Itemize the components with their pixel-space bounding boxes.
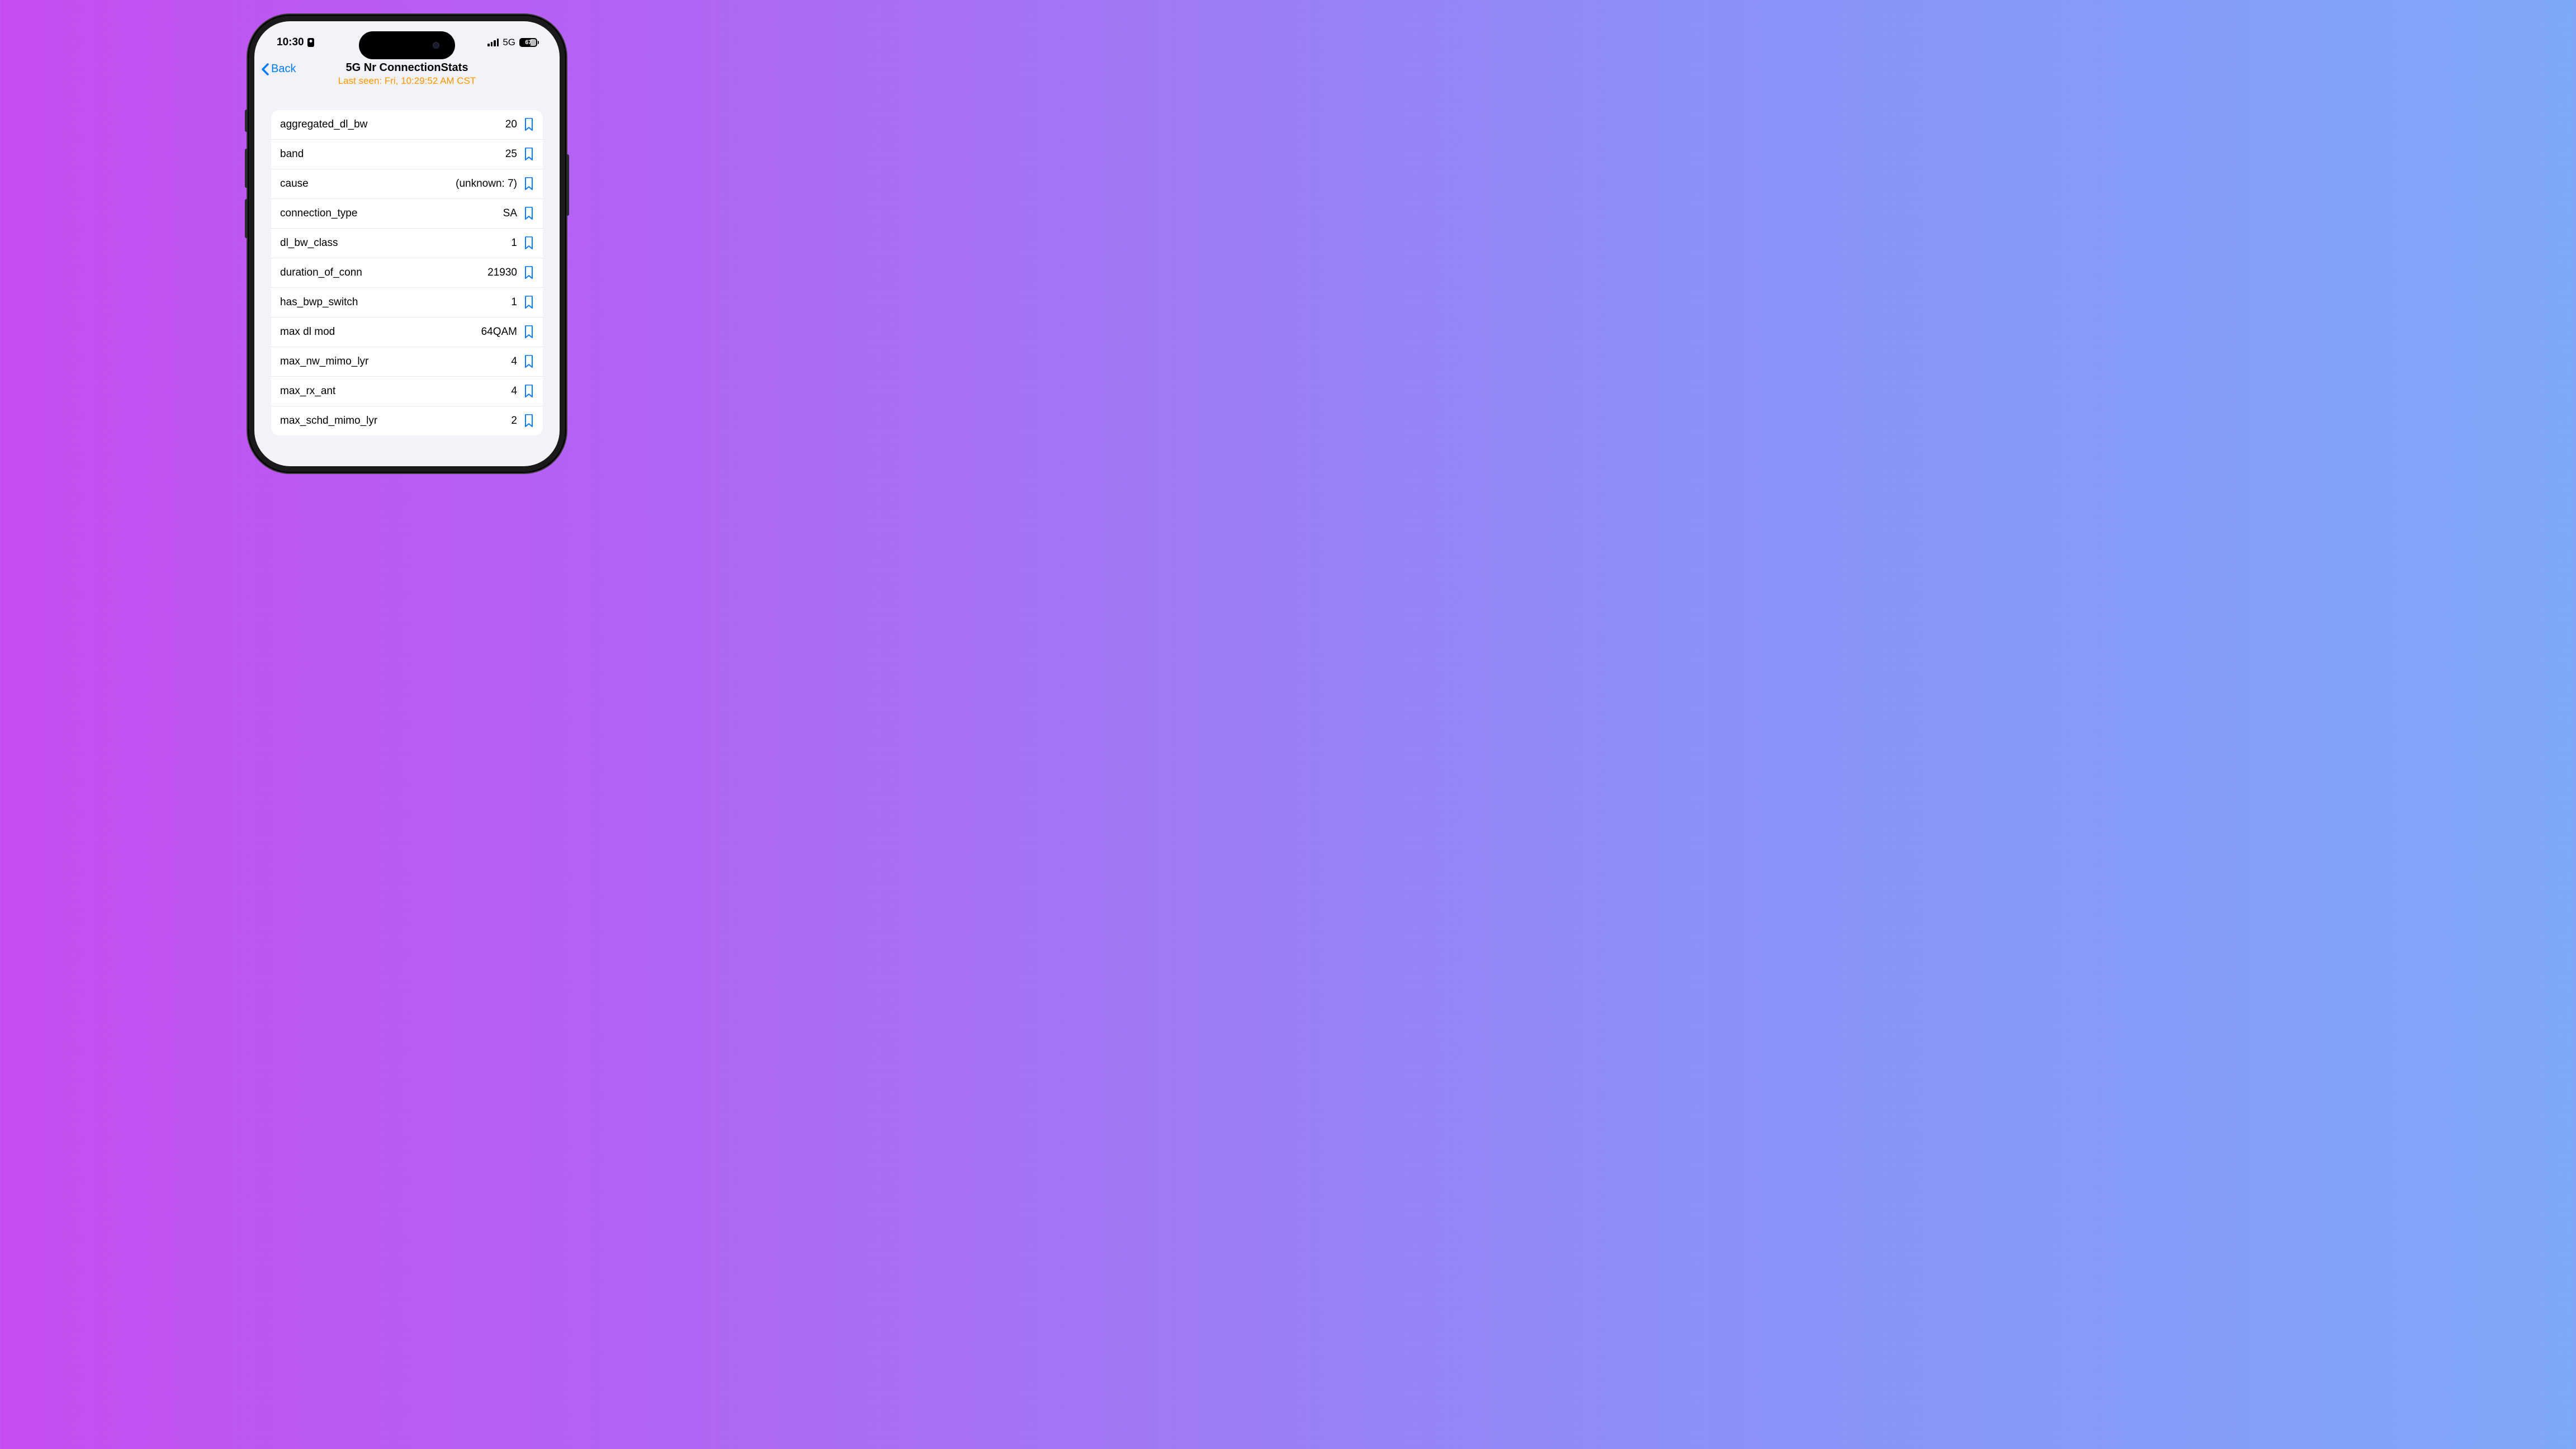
stat-value: SA [503, 207, 517, 220]
bookmark-icon[interactable] [524, 414, 534, 428]
stat-row[interactable]: max dl mod64QAM [271, 318, 543, 347]
bookmark-icon[interactable] [524, 355, 534, 368]
bookmark-icon[interactable] [524, 207, 534, 220]
stats-panel: aggregated_dl_bw20band25cause(unknown: 7… [271, 110, 543, 435]
bookmark-icon[interactable] [524, 266, 534, 280]
stat-label: band [280, 148, 505, 160]
network-type: 5G [503, 37, 515, 48]
battery-icon: 67 [519, 38, 537, 47]
bookmark-icon[interactable] [524, 236, 534, 250]
stat-value: 64QAM [481, 326, 517, 338]
battery-level: 67 [525, 39, 531, 46]
bookmark-icon[interactable] [524, 325, 534, 339]
stat-label: connection_type [280, 207, 503, 220]
page-subtitle: Last seen: Fri, 10:29:52 AM CST [261, 75, 553, 87]
bookmark-icon[interactable] [524, 296, 534, 309]
stat-label: has_bwp_switch [280, 296, 511, 309]
stat-row[interactable]: connection_typeSA [271, 199, 543, 229]
side-button-right [566, 154, 569, 216]
phone-frame: 10:30 5G 67 Back [248, 15, 566, 473]
nav-title-wrap: 5G Nr ConnectionStats Last seen: Fri, 10… [261, 61, 553, 87]
stat-row[interactable]: max_rx_ant4 [271, 377, 543, 406]
back-button[interactable]: Back [261, 63, 296, 75]
stat-label: max dl mod [280, 326, 481, 338]
contact-card-icon [307, 38, 314, 47]
bookmark-icon[interactable] [524, 177, 534, 191]
stat-row[interactable]: max_nw_mimo_lyr4 [271, 347, 543, 377]
stat-label: cause [280, 178, 456, 190]
stat-row[interactable]: duration_of_conn21930 [271, 258, 543, 288]
cellular-signal-icon [487, 39, 499, 46]
nav-bar: Back 5G Nr ConnectionStats Last seen: Fr… [254, 57, 560, 94]
stat-value: 1 [511, 296, 517, 309]
stat-value: 2 [511, 415, 517, 427]
stat-row[interactable]: has_bwp_switch1 [271, 288, 543, 318]
stat-value: 4 [511, 356, 517, 368]
stat-row[interactable]: band25 [271, 140, 543, 169]
stat-value: 21930 [487, 267, 517, 279]
bookmark-icon[interactable] [524, 118, 534, 131]
stat-row[interactable]: aggregated_dl_bw20 [271, 110, 543, 140]
stat-row[interactable]: dl_bw_class1 [271, 229, 543, 258]
stat-value: 4 [511, 385, 517, 397]
stat-value: 1 [511, 237, 517, 249]
stat-label: max_rx_ant [280, 385, 511, 397]
phone-screen: 10:30 5G 67 Back [254, 21, 560, 466]
bookmark-icon[interactable] [524, 148, 534, 161]
status-right: 5G 67 [487, 37, 537, 48]
stat-label: dl_bw_class [280, 237, 511, 249]
page-title: 5G Nr ConnectionStats [261, 61, 553, 74]
stat-value: 25 [505, 148, 517, 160]
stat-row[interactable]: cause(unknown: 7) [271, 169, 543, 199]
stat-row[interactable]: max_schd_mimo_lyr2 [271, 406, 543, 435]
status-left: 10:30 [277, 36, 314, 49]
chevron-left-icon [261, 63, 269, 75]
status-time: 10:30 [277, 36, 304, 49]
dynamic-island [359, 31, 455, 59]
stat-label: max_nw_mimo_lyr [280, 356, 511, 368]
side-buttons-left [245, 110, 248, 132]
stat-value: (unknown: 7) [456, 178, 517, 190]
bookmark-icon[interactable] [524, 385, 534, 398]
back-label: Back [271, 63, 296, 75]
stat-label: duration_of_conn [280, 267, 487, 279]
stat-label: aggregated_dl_bw [280, 119, 505, 131]
stat-label: max_schd_mimo_lyr [280, 415, 511, 427]
stat-value: 20 [505, 119, 517, 131]
